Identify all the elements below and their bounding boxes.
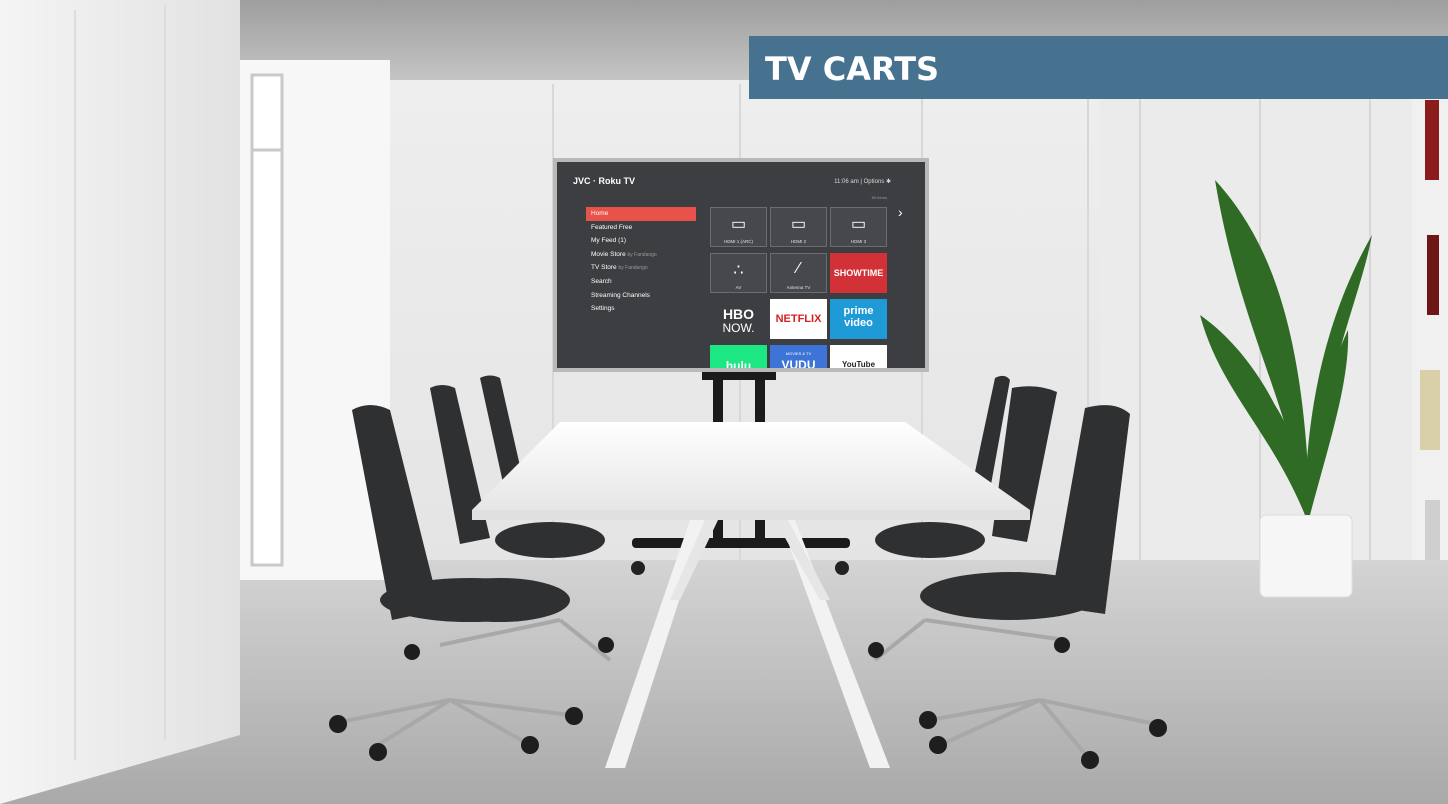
chevron-right-icon: › [898, 204, 903, 220]
tile-showtime: SHOWTIME [830, 253, 887, 293]
tv-menu: Home Featured Free My Feed (1) Movie Sto… [586, 207, 696, 316]
tv-menu-item-tv-store: TV Store by Fandango [591, 264, 648, 272]
conference-room-photo: JVC · Roku TV 11:06 am | Options ✱ 65 It… [0, 0, 1448, 804]
tile-netflix: NETFLIX [770, 299, 827, 339]
tile-hbo-now: HBO NOW. [710, 299, 767, 339]
tv-menu-item-movie-store: Movie Store by Fandango [591, 250, 657, 258]
tv-menu-item-home: Home [586, 207, 696, 221]
tv-menu-item-settings: Settings [591, 305, 615, 313]
hdmi-icon: ▭ [730, 216, 747, 233]
tile-hulu: hulu [710, 345, 767, 368]
tv-menu-item-featured-free: Featured Free [591, 223, 633, 231]
tile-hdmi-2: ▭ HDMI 2 [770, 207, 827, 247]
tile-prime-video: prime video [830, 299, 887, 339]
tv-menu-item-search: Search [591, 277, 612, 285]
tile-youtube: YouTube [830, 345, 887, 368]
title-banner: TV CARTS [749, 36, 1448, 99]
tile-hdmi-1: ▭ HDMI 1 (ARC) [710, 207, 767, 247]
tv-brand-logo: JVC · Roku TV [573, 176, 636, 186]
tile-hdmi-3: ▭ HDMI 3 [830, 207, 887, 247]
tv-screen: JVC · Roku TV 11:06 am | Options ✱ 65 It… [557, 162, 925, 368]
antenna-icon: ∕ [797, 260, 800, 277]
tile-av: ∴ AV [710, 253, 767, 293]
tv-clock: 11:06 am | Options ✱ [834, 179, 891, 185]
tile-antenna-tv: ∕ Antenna TV [770, 253, 827, 293]
tv-menu-item-streaming-channels: Streaming Channels [591, 291, 650, 299]
tv-items-count: 65 Items [871, 195, 887, 200]
page-title: TV CARTS [765, 50, 940, 88]
tv-menu-item-my-feed: My Feed (1) [591, 237, 627, 245]
tile-vudu: MOVIES & TV VUDU [770, 345, 827, 368]
left-wall [0, 0, 240, 804]
hdmi-icon: ▭ [850, 216, 867, 233]
hdmi-icon: ▭ [790, 216, 807, 233]
rca-cables-icon: ∴ [733, 262, 744, 279]
